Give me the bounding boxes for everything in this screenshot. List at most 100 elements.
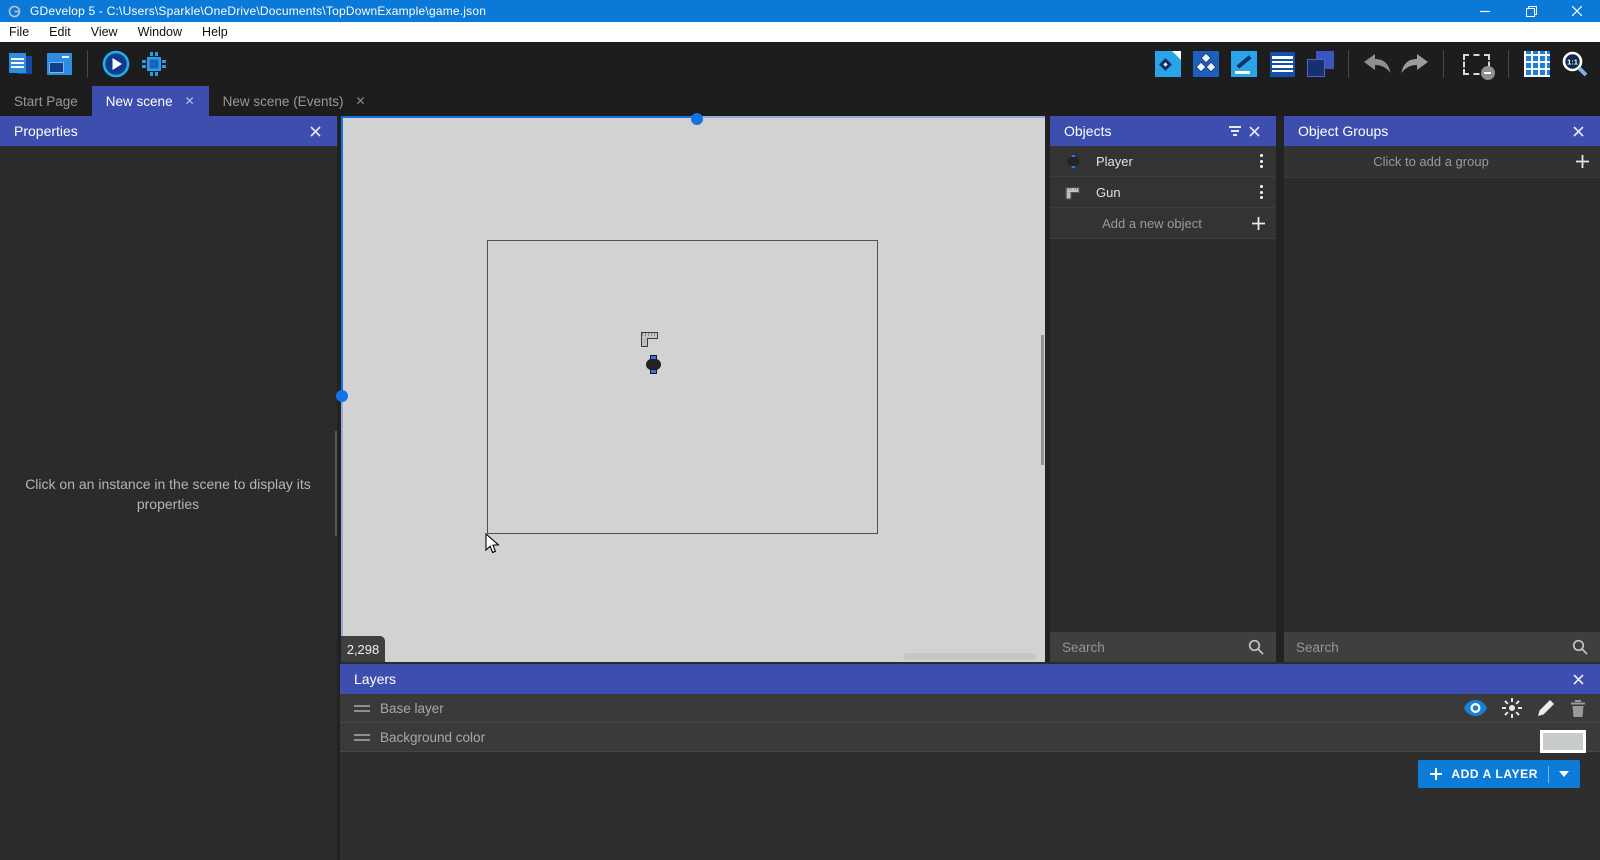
undo-button[interactable] xyxy=(1362,48,1392,80)
plus-icon xyxy=(1564,154,1600,169)
scroll-indicator-dot[interactable] xyxy=(336,390,348,402)
search-icon xyxy=(1572,639,1588,655)
add-new-object-button[interactable]: Add a new object xyxy=(1050,208,1276,239)
start-page-button[interactable] xyxy=(44,48,74,80)
tab-new-scene-events[interactable]: New scene (Events) ✕ xyxy=(209,86,380,116)
open-object-groups-button[interactable] xyxy=(1191,48,1221,80)
gun-thumbnail-icon xyxy=(1055,185,1092,199)
toggle-grid-icon xyxy=(1524,51,1550,77)
tab-close-icon[interactable]: ✕ xyxy=(355,94,365,108)
objects-search-bar xyxy=(1050,632,1276,662)
close-icon xyxy=(1572,6,1582,16)
layer-name: Base layer xyxy=(380,700,444,716)
vertical-scrollbar-thumb[interactable] xyxy=(1041,335,1044,465)
delete-selection-icon xyxy=(1462,53,1495,80)
close-panel-button[interactable] xyxy=(1570,125,1586,137)
layers-panel: Layers Base layer Background color ADD A… xyxy=(340,664,1600,860)
plus-icon xyxy=(1430,768,1443,780)
panel-title: Object Groups xyxy=(1298,123,1389,139)
edit-scene-properties-button[interactable] xyxy=(1229,48,1259,80)
close-button[interactable] xyxy=(1554,0,1600,22)
toolbar-separator xyxy=(87,50,88,78)
delete-layer-trash-icon[interactable] xyxy=(1570,699,1586,717)
object-row-gun[interactable]: Gun xyxy=(1050,177,1276,208)
search-icon xyxy=(1248,639,1264,655)
gdevelop-logo-icon xyxy=(7,4,21,18)
properties-panel: Properties Click on an instance in the s… xyxy=(0,116,337,860)
tab-start-page[interactable]: Start Page xyxy=(0,86,92,116)
svg-text:1:1: 1:1 xyxy=(1567,58,1578,67)
menu-item-file[interactable]: File xyxy=(0,22,39,42)
menu-item-edit[interactable]: Edit xyxy=(39,22,81,42)
mouse-cursor-icon xyxy=(485,533,500,554)
edit-scene-properties-icon xyxy=(1231,51,1257,77)
redo-icon xyxy=(1401,54,1428,73)
menu-item-help[interactable]: Help xyxy=(192,22,238,42)
restore-button[interactable] xyxy=(1508,0,1554,22)
scrollbar-thumb[interactable] xyxy=(335,431,337,536)
layer-name: Background color xyxy=(380,729,486,745)
scene-canvas[interactable]: 2,298 xyxy=(336,113,1045,662)
delete-selection-button[interactable] xyxy=(1457,48,1495,80)
menu-item-window[interactable]: Window xyxy=(128,22,192,42)
drag-handle-icon[interactable] xyxy=(354,704,370,712)
add-group-label: Click to add a group xyxy=(1373,154,1489,169)
close-panel-button[interactable] xyxy=(1570,673,1586,685)
visibility-eye-icon[interactable] xyxy=(1464,700,1487,716)
drag-handle-icon[interactable] xyxy=(354,733,370,741)
scroll-indicator-left xyxy=(341,396,343,662)
titlebar: GDevelop 5 - C:\Users\Sparkle\OneDrive\D… xyxy=(0,0,1600,22)
background-color-swatch[interactable] xyxy=(1540,730,1586,753)
object-name: Gun xyxy=(1096,184,1121,200)
layer-effects-icon[interactable] xyxy=(1502,698,1522,718)
open-properties-button[interactable] xyxy=(1267,48,1297,80)
open-layers-button[interactable] xyxy=(1305,48,1335,80)
object-groups-search-input[interactable] xyxy=(1296,639,1572,655)
zoom-original-button[interactable]: 1:1 xyxy=(1560,48,1590,80)
menu-item-view[interactable]: View xyxy=(81,22,128,42)
add-group-button[interactable]: Click to add a group xyxy=(1284,146,1600,178)
undo-icon xyxy=(1364,54,1391,73)
play-preview-icon xyxy=(102,50,130,78)
close-icon xyxy=(1572,125,1584,137)
objects-search-input[interactable] xyxy=(1062,639,1248,655)
open-properties-icon xyxy=(1269,51,1295,77)
scroll-indicator-top xyxy=(341,116,691,118)
filter-icon[interactable] xyxy=(1224,126,1246,136)
object-menu-button[interactable] xyxy=(1246,154,1276,168)
properties-panel-header: Properties xyxy=(0,116,337,146)
object-row-player[interactable]: Player xyxy=(1050,146,1276,177)
redo-button[interactable] xyxy=(1400,48,1430,80)
window-title: GDevelop 5 - C:\Users\Sparkle\OneDrive\D… xyxy=(30,4,487,18)
debug-button[interactable] xyxy=(139,48,169,80)
close-panel-button[interactable] xyxy=(307,125,323,137)
object-menu-button[interactable] xyxy=(1246,185,1276,199)
toggle-grid-button[interactable] xyxy=(1522,48,1552,80)
close-icon xyxy=(1248,125,1260,137)
play-preview-button[interactable] xyxy=(101,48,131,80)
project-manager-button[interactable] xyxy=(6,48,36,80)
tab-close-icon[interactable]: ✕ xyxy=(185,94,195,108)
tab-new-scene[interactable]: New scene ✕ xyxy=(91,86,209,116)
open-objects-editor-icon xyxy=(1155,51,1181,77)
edit-layer-pencil-icon[interactable] xyxy=(1537,699,1555,717)
close-panel-button[interactable] xyxy=(1246,125,1262,137)
scroll-indicator-dot[interactable] xyxy=(691,113,703,125)
open-objects-editor-button[interactable] xyxy=(1153,48,1183,80)
chevron-down-icon[interactable] xyxy=(1559,771,1569,777)
layer-row-base-layer[interactable]: Base layer xyxy=(340,694,1600,723)
minimize-button[interactable] xyxy=(1462,0,1508,22)
tab-label: New scene (Events) xyxy=(222,93,344,109)
layer-row-background-color[interactable]: Background color xyxy=(340,723,1600,753)
horizontal-scrollbar-thumb[interactable] xyxy=(903,653,1036,660)
tab-label: Start Page xyxy=(14,93,78,109)
minimize-icon xyxy=(1480,10,1490,13)
gun-instance[interactable] xyxy=(641,330,659,347)
toolbar-separator xyxy=(1508,50,1509,78)
objects-panel-header: Objects xyxy=(1050,116,1276,146)
add-layer-button[interactable]: ADD A LAYER xyxy=(1418,760,1580,788)
panel-divider xyxy=(1276,116,1284,662)
close-icon xyxy=(1572,673,1584,685)
player-instance[interactable] xyxy=(646,355,661,374)
properties-empty-message: Click on an instance in the scene to dis… xyxy=(25,476,311,513)
